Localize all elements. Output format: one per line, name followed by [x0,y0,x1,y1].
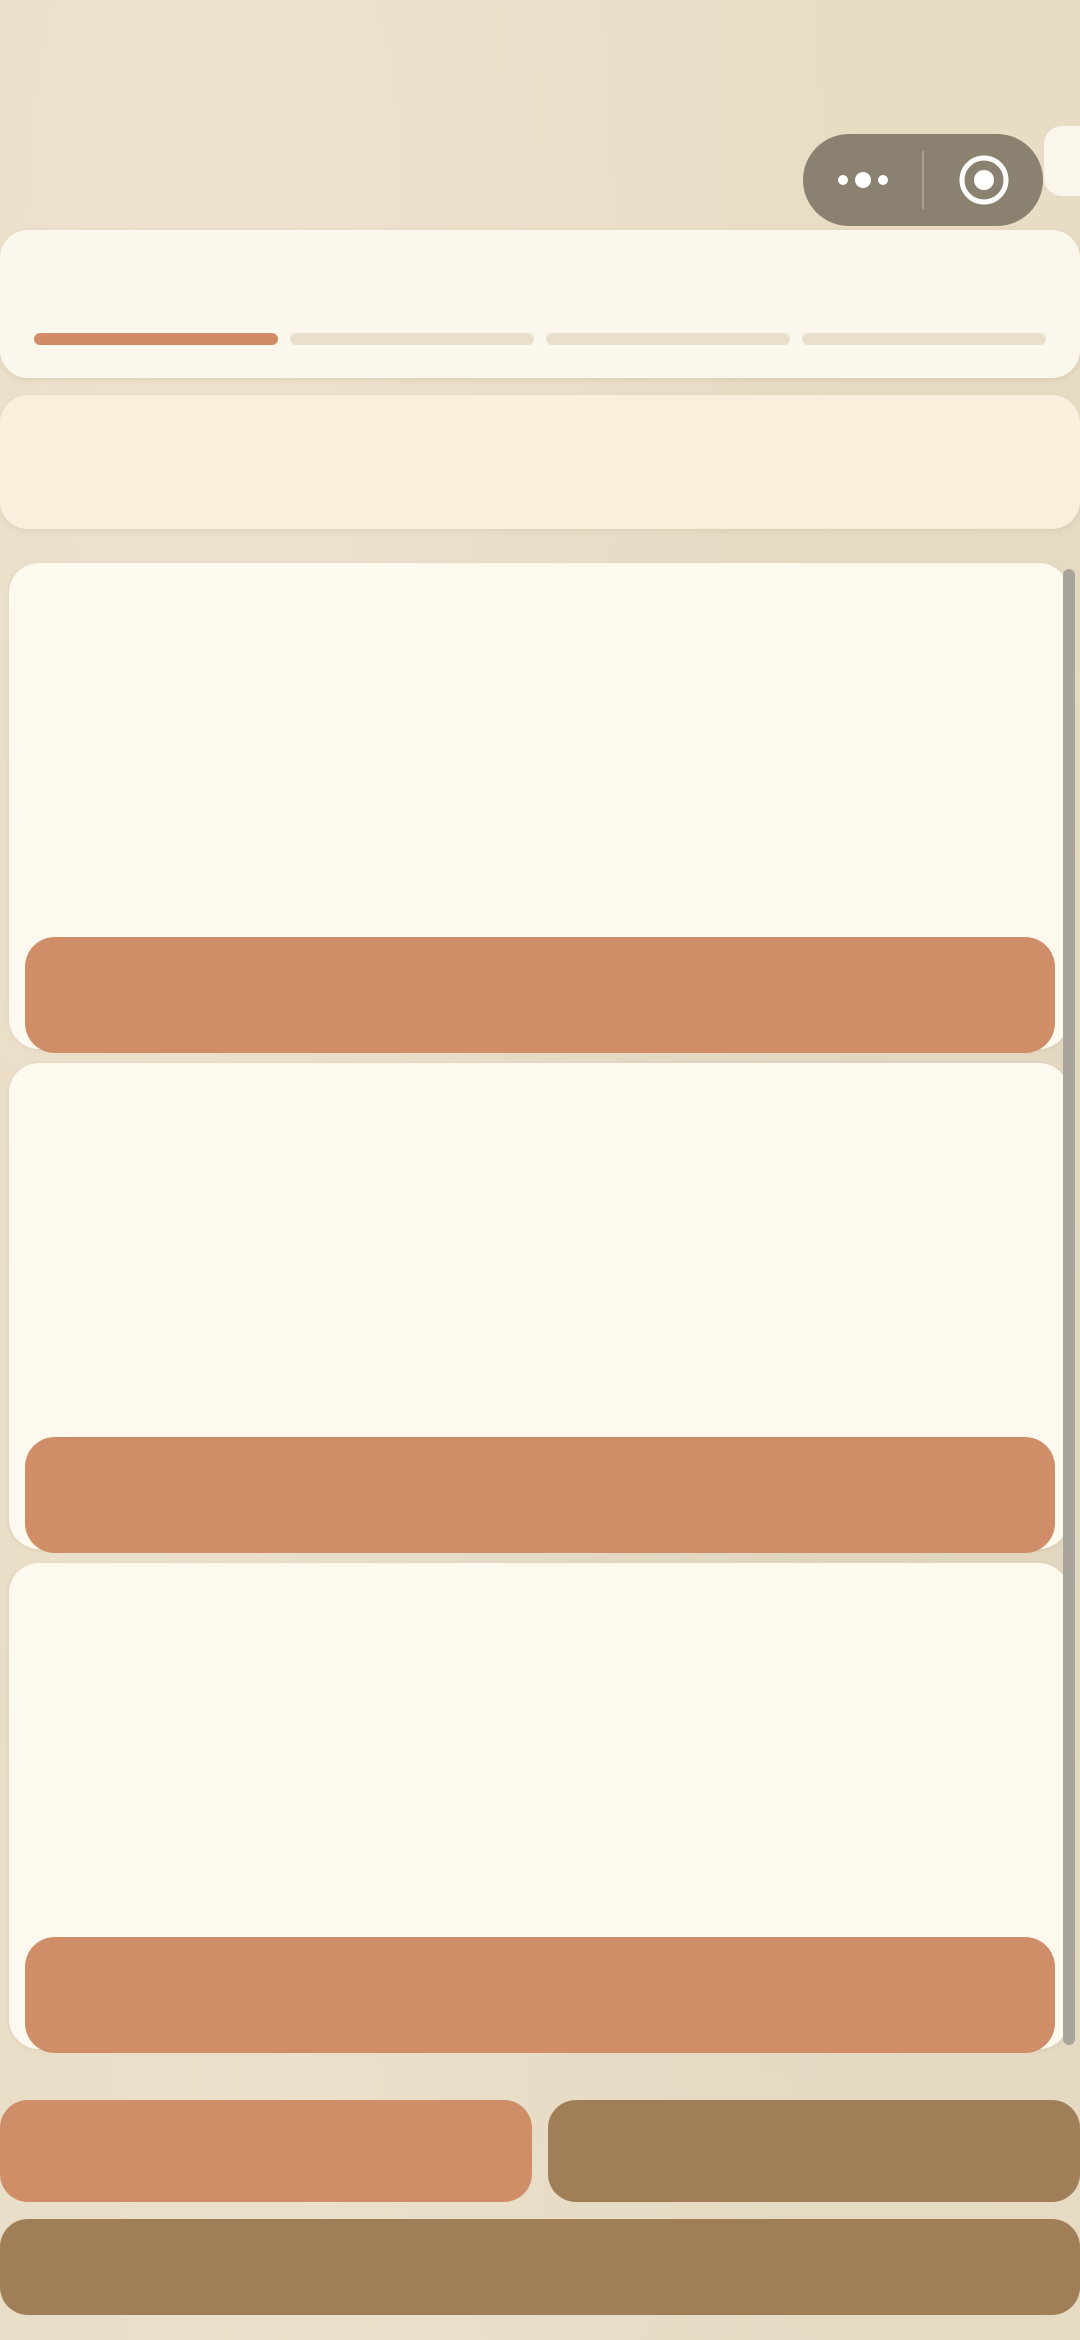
target-circle-icon [959,155,1008,205]
progress-step [802,333,1046,345]
list-item [9,1563,1069,2053]
primary-action-button[interactable] [0,2100,532,2202]
mini-program-capsule [803,134,1043,226]
item-action-button[interactable] [25,937,1055,1053]
notice-card [0,395,1080,529]
item-action-button[interactable] [25,1937,1055,2053]
more-dots-icon [837,172,888,188]
edge-tab[interactable] [1044,126,1080,196]
list-scrollbar[interactable] [1063,569,1075,2045]
progress-step [546,333,790,345]
progress-step [34,333,278,345]
item-action-button[interactable] [25,1437,1055,1553]
secondary-action-button[interactable] [548,2100,1080,2202]
bottom-action-button[interactable] [0,2219,1080,2315]
list-item [9,563,1069,1053]
close-mini-program-button[interactable] [924,134,1043,226]
progress-step [290,333,534,345]
progress-card [0,230,1080,378]
more-menu-button[interactable] [803,134,922,226]
item-list[interactable] [9,563,1071,2055]
list-item [9,1063,1069,1553]
